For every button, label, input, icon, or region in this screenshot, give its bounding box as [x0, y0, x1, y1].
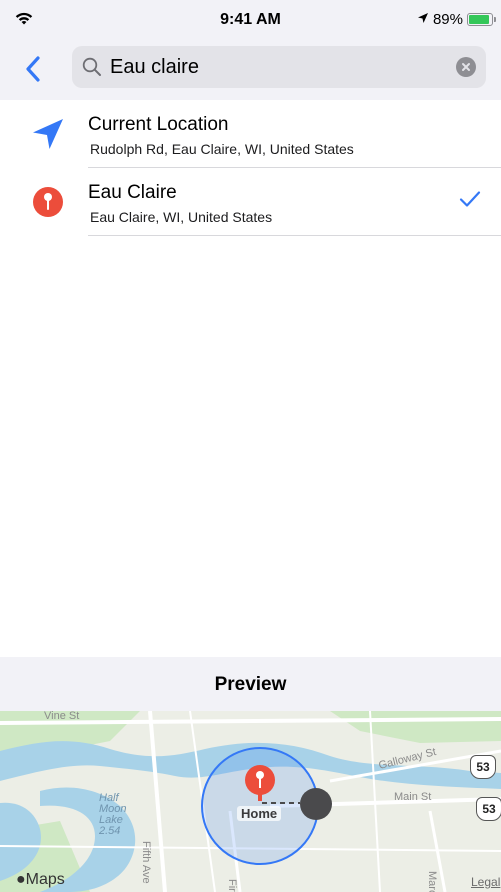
street-label: Marc — [426, 871, 438, 892]
battery-percent: 89% — [432, 11, 463, 28]
legal-link[interactable]: Legal — [471, 875, 500, 889]
row-divider — [88, 235, 501, 236]
magnifier-icon — [82, 57, 102, 82]
street-label: Main St — [394, 791, 432, 803]
water-label: Half Moon Lake 2.54 — [99, 792, 127, 837]
result-row-eau-claire[interactable]: Eau Claire Eau Claire, WI, United States — [0, 168, 501, 236]
result-title: Eau Claire — [88, 182, 177, 203]
battery-fill — [469, 15, 489, 24]
clear-icon — [462, 63, 470, 71]
checkmark-icon — [459, 190, 481, 213]
location-arrow-icon — [417, 11, 429, 28]
search-header — [0, 40, 501, 100]
map-pin-icon — [245, 765, 275, 795]
back-button[interactable] — [18, 52, 48, 86]
route-shield: 53 — [476, 797, 501, 821]
clear-button[interactable] — [456, 57, 476, 77]
preview-title: Preview — [214, 674, 287, 695]
route-shield: 53 — [470, 755, 496, 779]
status-right: 89% — [417, 11, 496, 28]
radius-drag-handle[interactable] — [300, 788, 332, 820]
result-subtitle: Eau Claire, WI, United States — [90, 209, 273, 225]
battery-icon — [467, 13, 496, 26]
street-label: Vine St — [44, 711, 80, 722]
pin-icon — [28, 182, 68, 222]
preview-map[interactable]: Vine St Galloway St Main St Fifth Ave Fi… — [0, 711, 501, 892]
location-arrow-icon — [28, 114, 68, 154]
preview-header: Preview — [0, 657, 501, 711]
street-label: Fifth Ave — [140, 841, 152, 884]
search-input[interactable] — [110, 52, 450, 82]
status-bar: 9:41 AM 89% — [0, 0, 501, 40]
home-pin-label: Home — [237, 806, 282, 821]
result-row-current-location[interactable]: Current Location Rudolph Rd, Eau Claire,… — [0, 100, 501, 168]
back-chevron-icon — [26, 56, 40, 82]
street-label: Firs — [226, 879, 238, 892]
search-field[interactable] — [72, 46, 486, 88]
result-title: Current Location — [88, 114, 229, 135]
apple-logo-icon: ● — [16, 871, 26, 888]
results-list: Current Location Rudolph Rd, Eau Claire,… — [0, 100, 501, 236]
result-subtitle: Rudolph Rd, Eau Claire, WI, United State… — [90, 141, 354, 157]
maps-logo: ●Maps — [16, 871, 65, 888]
